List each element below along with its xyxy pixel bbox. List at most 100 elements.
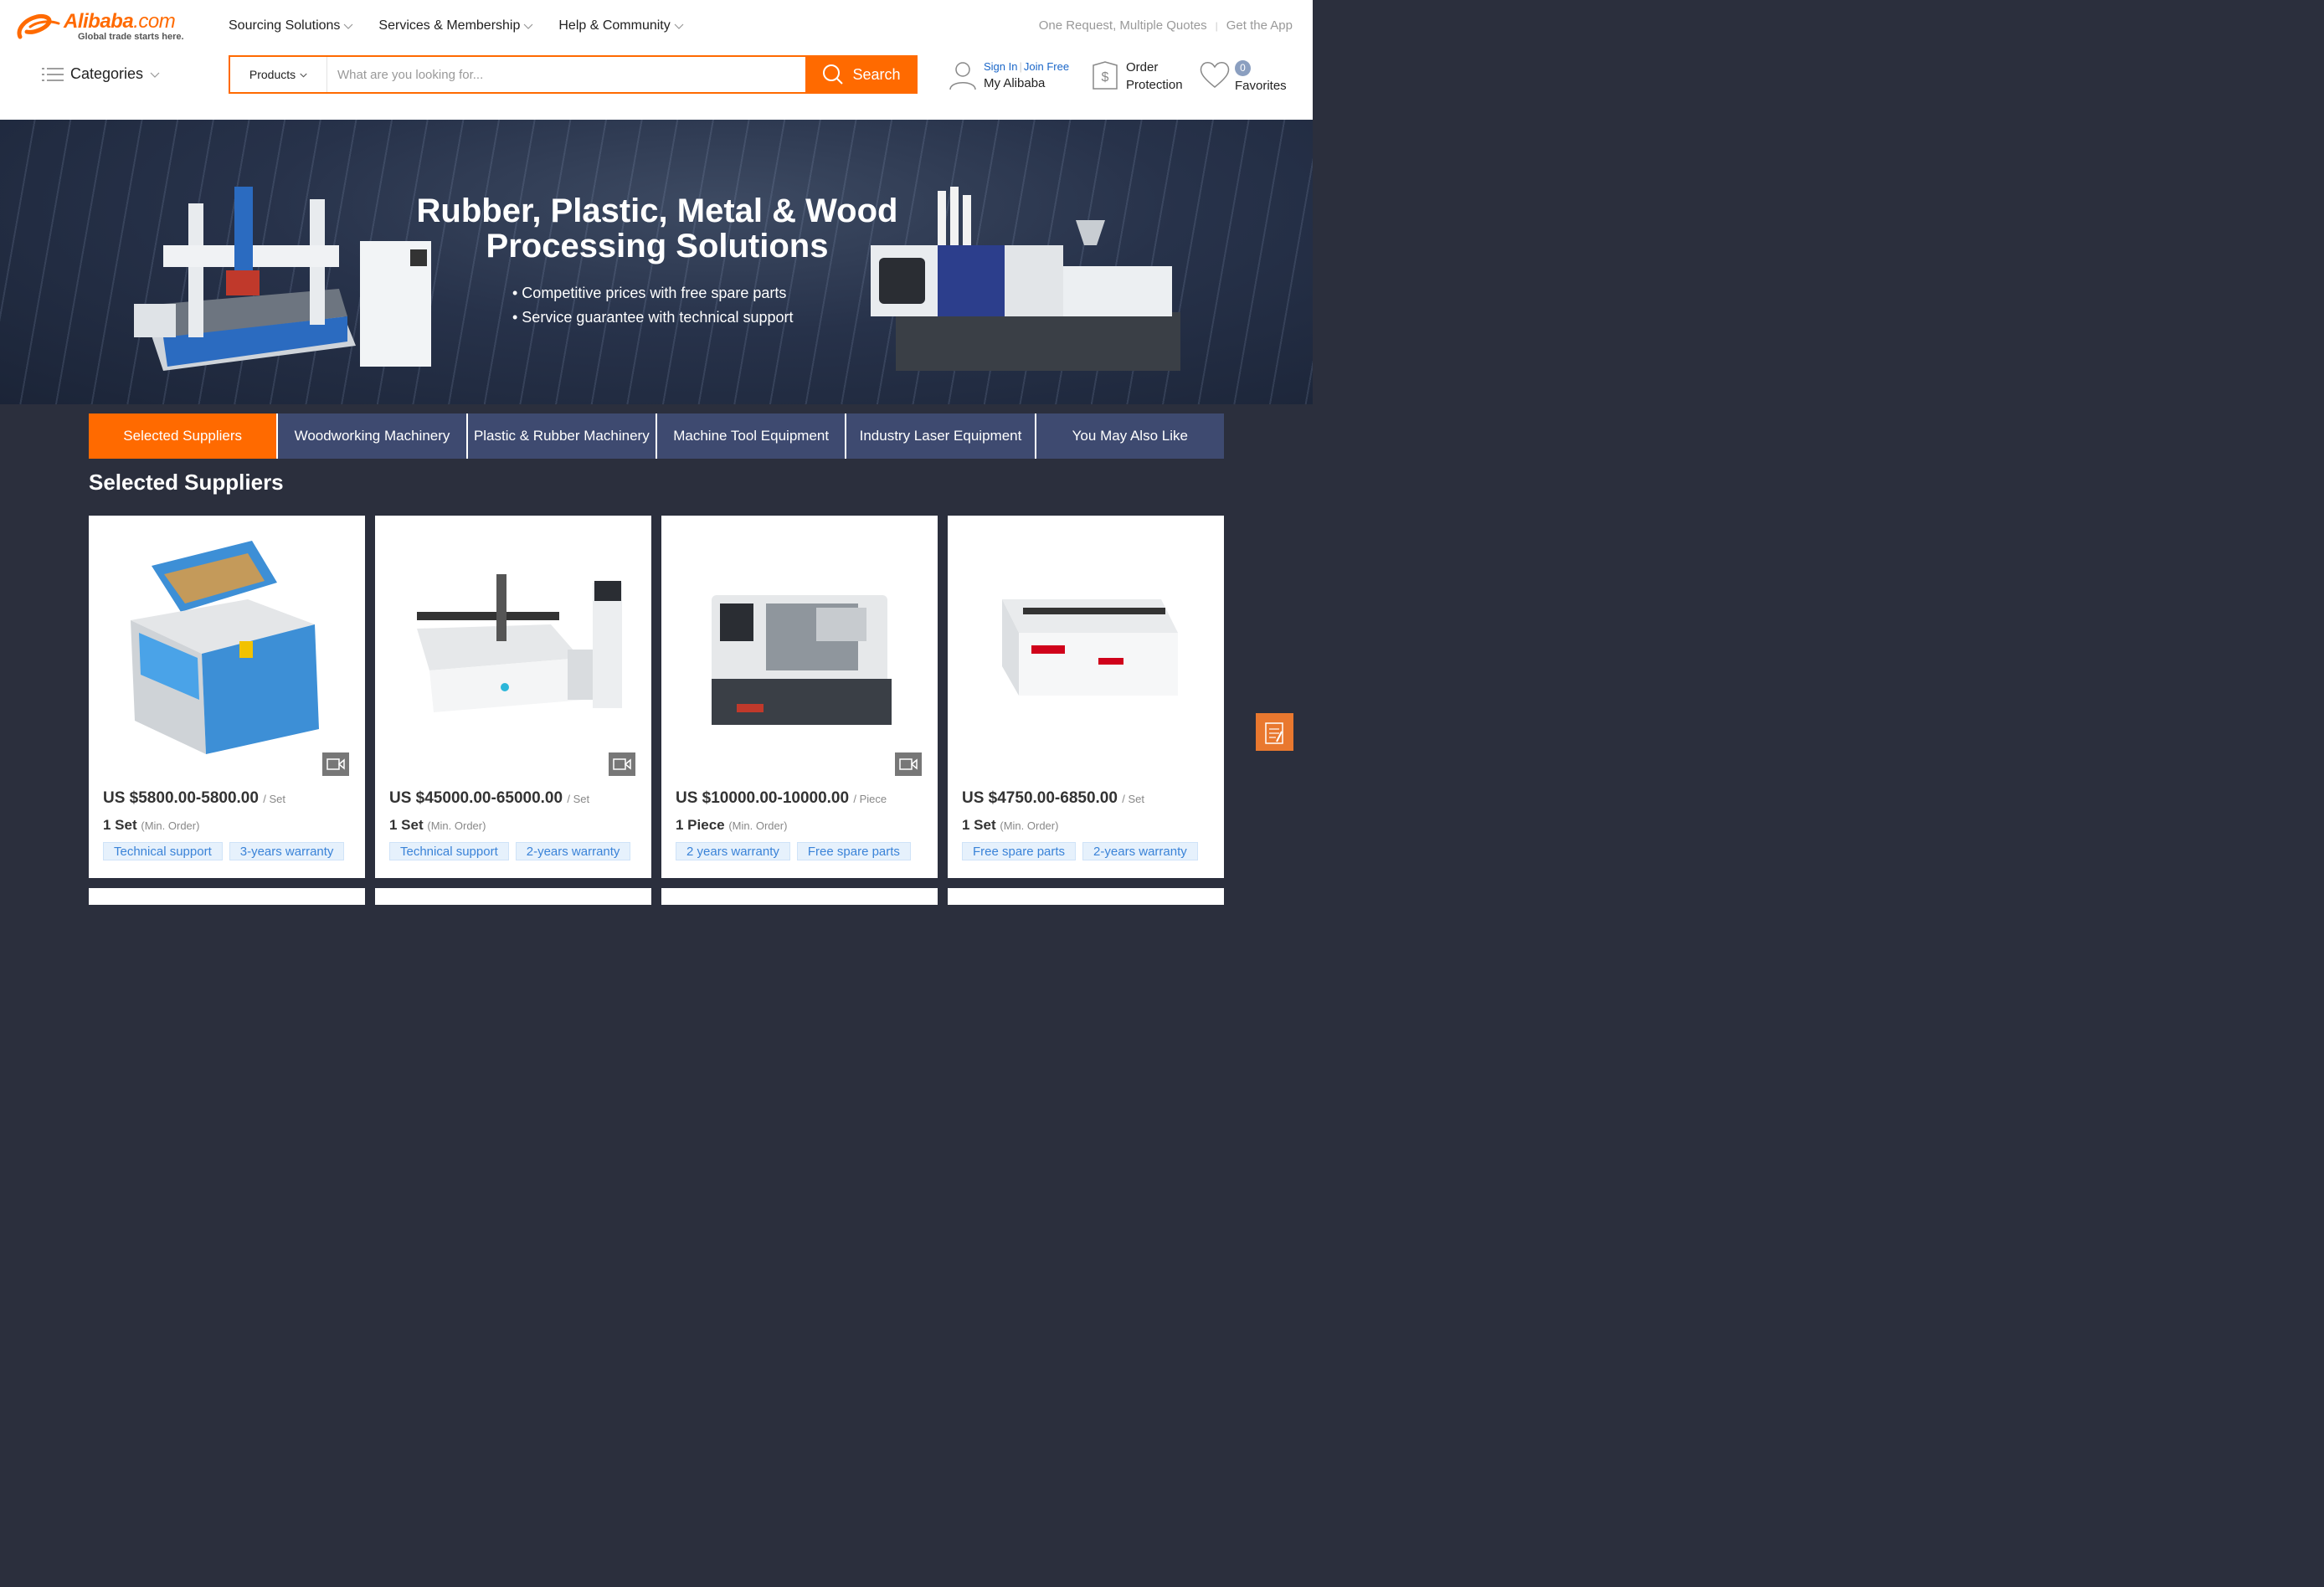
search-button[interactable]: Search: [805, 55, 918, 94]
favorites-count-badge: 0: [1235, 60, 1251, 76]
product-tag: Technical support: [389, 842, 509, 860]
favorites-label: Favorites: [1235, 79, 1287, 93]
logo-brand: Alibaba: [64, 10, 134, 33]
list-menu-icon: [42, 67, 64, 81]
tab-machine-tool-equipment[interactable]: Machine Tool Equipment: [656, 413, 847, 459]
product-tag: Free spare parts: [796, 842, 911, 860]
multiple-quotes-link[interactable]: One Request, Multiple Quotes: [1039, 18, 1207, 33]
nav-label: Help & Community: [558, 18, 671, 33]
divider: |: [1019, 60, 1022, 73]
nav-services-membership[interactable]: Services & Membership: [378, 18, 533, 33]
min-order-quantity: 1 Set: [103, 817, 137, 833]
product-tags: Technical support 2-years warranty: [389, 842, 631, 860]
price-unit: / Set: [1122, 793, 1144, 805]
product-image: [417, 574, 622, 712]
chevron-down-icon: [674, 23, 684, 29]
video-icon[interactable]: [609, 752, 635, 776]
price-unit: / Set: [567, 793, 590, 805]
product-tags: Technical support 3-years warranty: [103, 842, 345, 860]
product-price: US $4750.00-6850.00: [962, 789, 1118, 807]
join-free-link[interactable]: Join Free: [1024, 60, 1069, 73]
chevron-down-icon: [523, 23, 533, 29]
svg-text:$: $: [1102, 70, 1109, 85]
logo-tagline: Global trade starts here.: [78, 32, 184, 42]
product-card[interactable]: [661, 888, 938, 905]
product-image: [1002, 599, 1178, 696]
search-type-dropdown[interactable]: Products: [230, 57, 327, 92]
top-navigation: Sourcing Solutions Services & Membership…: [229, 18, 684, 33]
favorites[interactable]: 0 Favorites: [1199, 59, 1299, 95]
get-app-link[interactable]: Get the App: [1226, 18, 1293, 33]
product-tag: Technical support: [103, 842, 223, 860]
tab-selected-suppliers[interactable]: Selected Suppliers: [89, 413, 279, 459]
protection-label: Protection: [1126, 78, 1183, 92]
product-image: [131, 541, 319, 754]
product-price: US $10000.00-10000.00: [676, 789, 850, 807]
price-unit: / Piece: [853, 793, 887, 805]
product-card[interactable]: US $5800.00-5800.00 / Set 1 Set (Min. Or…: [89, 516, 365, 878]
product-tags: Free spare parts 2-years warranty: [962, 842, 1198, 860]
order-protection[interactable]: $ Order Protection: [1091, 59, 1183, 94]
product-card[interactable]: [375, 888, 651, 905]
product-card[interactable]: US $45000.00-65000.00 / Set 1 Set (Min. …: [375, 516, 651, 878]
product-tag: 2-years warranty: [515, 842, 631, 860]
min-order-note: (Min. Order): [141, 819, 200, 832]
min-order-quantity: 1 Set: [389, 817, 424, 833]
heart-icon: [1200, 62, 1230, 88]
min-order-note: (Min. Order): [1000, 819, 1059, 832]
my-alibaba-label: My Alibaba: [984, 76, 1046, 90]
categories-label: Categories: [70, 65, 144, 82]
min-order-note: (Min. Order): [728, 819, 788, 832]
product-image: [712, 595, 892, 725]
promo-banner[interactable]: Rubber, Plastic, Metal & Wood Processing…: [0, 120, 1313, 404]
search-type-label: Products: [249, 68, 296, 81]
banner-bullet: • Service guarantee with technical suppo…: [512, 309, 794, 326]
product-tag: 2-years warranty: [1082, 842, 1198, 860]
product-tag: Free spare parts: [962, 842, 1077, 860]
product-price: US $5800.00-5800.00: [103, 789, 259, 807]
sign-in-link[interactable]: Sign In: [984, 60, 1017, 73]
product-grid-next-row: [89, 888, 1224, 905]
chevron-down-icon: [150, 72, 160, 78]
chevron-down-icon: [300, 73, 307, 78]
banner-bullets: • Competitive prices with free spare par…: [512, 281, 794, 330]
nav-sourcing-solutions[interactable]: Sourcing Solutions: [229, 18, 353, 33]
product-card[interactable]: [948, 888, 1224, 905]
search-input[interactable]: [327, 57, 805, 92]
banner-title: Rubber, Plastic, Metal & Wood Processing…: [416, 193, 898, 264]
account-menu[interactable]: Sign In | Join Free My Alibaba: [949, 60, 1069, 90]
nav-help-community[interactable]: Help & Community: [558, 18, 684, 33]
categories-menu[interactable]: Categories: [42, 65, 160, 83]
min-order-quantity: 1 Piece: [676, 817, 725, 833]
alibaba-logo-icon: [17, 14, 60, 39]
nav-label: Sourcing Solutions: [229, 18, 341, 33]
product-card[interactable]: US $4750.00-6850.00 / Set 1 Set (Min. Or…: [948, 516, 1224, 878]
user-icon: [949, 62, 976, 90]
product-tag: 3-years warranty: [229, 842, 345, 860]
tab-plastic-rubber-machinery[interactable]: Plastic & Rubber Machinery: [467, 413, 657, 459]
chevron-down-icon: [343, 23, 353, 29]
search-icon: [823, 64, 844, 85]
category-tabs: Selected Suppliers Woodworking Machinery…: [89, 413, 1224, 459]
min-order-note: (Min. Order): [427, 819, 486, 832]
product-tag: 2 years warranty: [676, 842, 790, 860]
video-icon[interactable]: [895, 752, 922, 776]
tab-you-may-also-like[interactable]: You May Also Like: [1036, 413, 1224, 459]
banner-bullet: • Competitive prices with free spare par…: [512, 285, 787, 301]
product-card[interactable]: [89, 888, 365, 905]
product-card[interactable]: US $10000.00-10000.00 / Piece 1 Piece (M…: [661, 516, 938, 878]
min-order-quantity: 1 Set: [962, 817, 996, 833]
shield-dollar-icon: $: [1093, 61, 1118, 90]
request-quote-float-button[interactable]: [1256, 713, 1293, 751]
logo-domain: .com: [133, 10, 176, 33]
product-price: US $45000.00-65000.00: [389, 789, 563, 807]
tab-industry-laser-equipment[interactable]: Industry Laser Equipment: [846, 413, 1036, 459]
order-label: Order: [1126, 60, 1159, 74]
top-links: One Request, Multiple Quotes | Get the A…: [1039, 18, 1293, 33]
divider: |: [1215, 19, 1218, 32]
video-icon[interactable]: [322, 752, 349, 776]
alibaba-logo[interactable]: Alibaba.com Global trade starts here.: [15, 10, 195, 44]
tab-woodworking-machinery[interactable]: Woodworking Machinery: [278, 413, 468, 459]
section-title: Selected Suppliers: [89, 470, 284, 495]
notepad-icon: [1264, 722, 1283, 744]
